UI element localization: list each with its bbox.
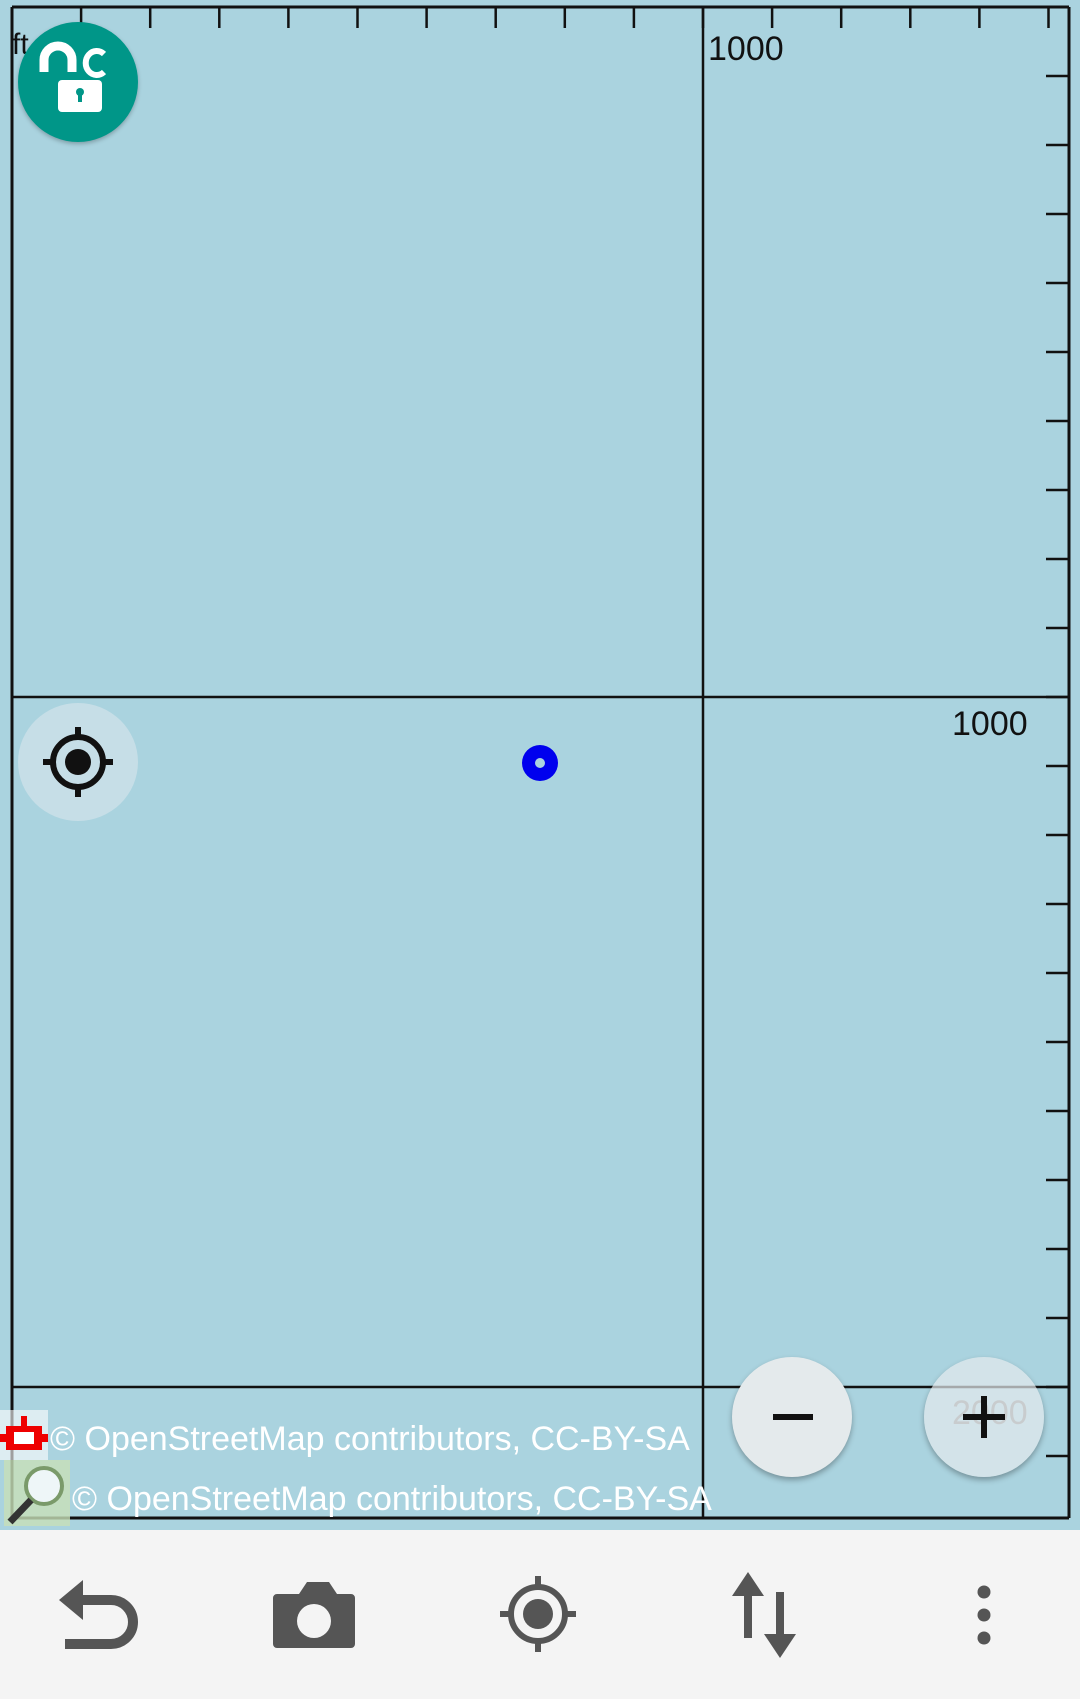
camera-button[interactable] (249, 1550, 379, 1680)
plus-icon (963, 1396, 1005, 1438)
camera-icon (273, 1582, 355, 1648)
magnifier-icon (4, 1460, 70, 1526)
overflow-menu-button[interactable] (919, 1550, 1049, 1680)
transfer-button[interactable] (699, 1550, 829, 1680)
top-scale-label: 1000 (708, 30, 784, 68)
zoom-out-button[interactable] (732, 1357, 852, 1477)
undo-icon (59, 1580, 138, 1649)
bug-report-icon (0, 1410, 48, 1460)
bottom-toolbar (0, 1530, 1080, 1699)
current-position-marker (522, 745, 558, 781)
lock-button[interactable] (18, 22, 138, 142)
attribution-text-1: © OpenStreetMap contributors, CC-BY-SA (50, 1420, 690, 1458)
attribution-text-2: © OpenStreetMap contributors, CC-BY-SA (72, 1480, 712, 1518)
lock-open-icon (39, 41, 107, 112)
undo-button[interactable] (25, 1550, 155, 1680)
gps-icon (500, 1576, 576, 1652)
map-view[interactable]: ft 1000 1000 2000 (0, 0, 1080, 1530)
gps-button[interactable] (473, 1550, 603, 1680)
zoom-in-button[interactable] (924, 1357, 1044, 1477)
gps-fixed-icon (43, 727, 113, 797)
transfer-icon (732, 1572, 796, 1658)
overflow-menu-icon (977, 1585, 991, 1645)
minus-icon (773, 1414, 813, 1420)
right-scale-label-1: 1000 (952, 705, 1028, 743)
center-on-location-button[interactable] (18, 703, 138, 821)
